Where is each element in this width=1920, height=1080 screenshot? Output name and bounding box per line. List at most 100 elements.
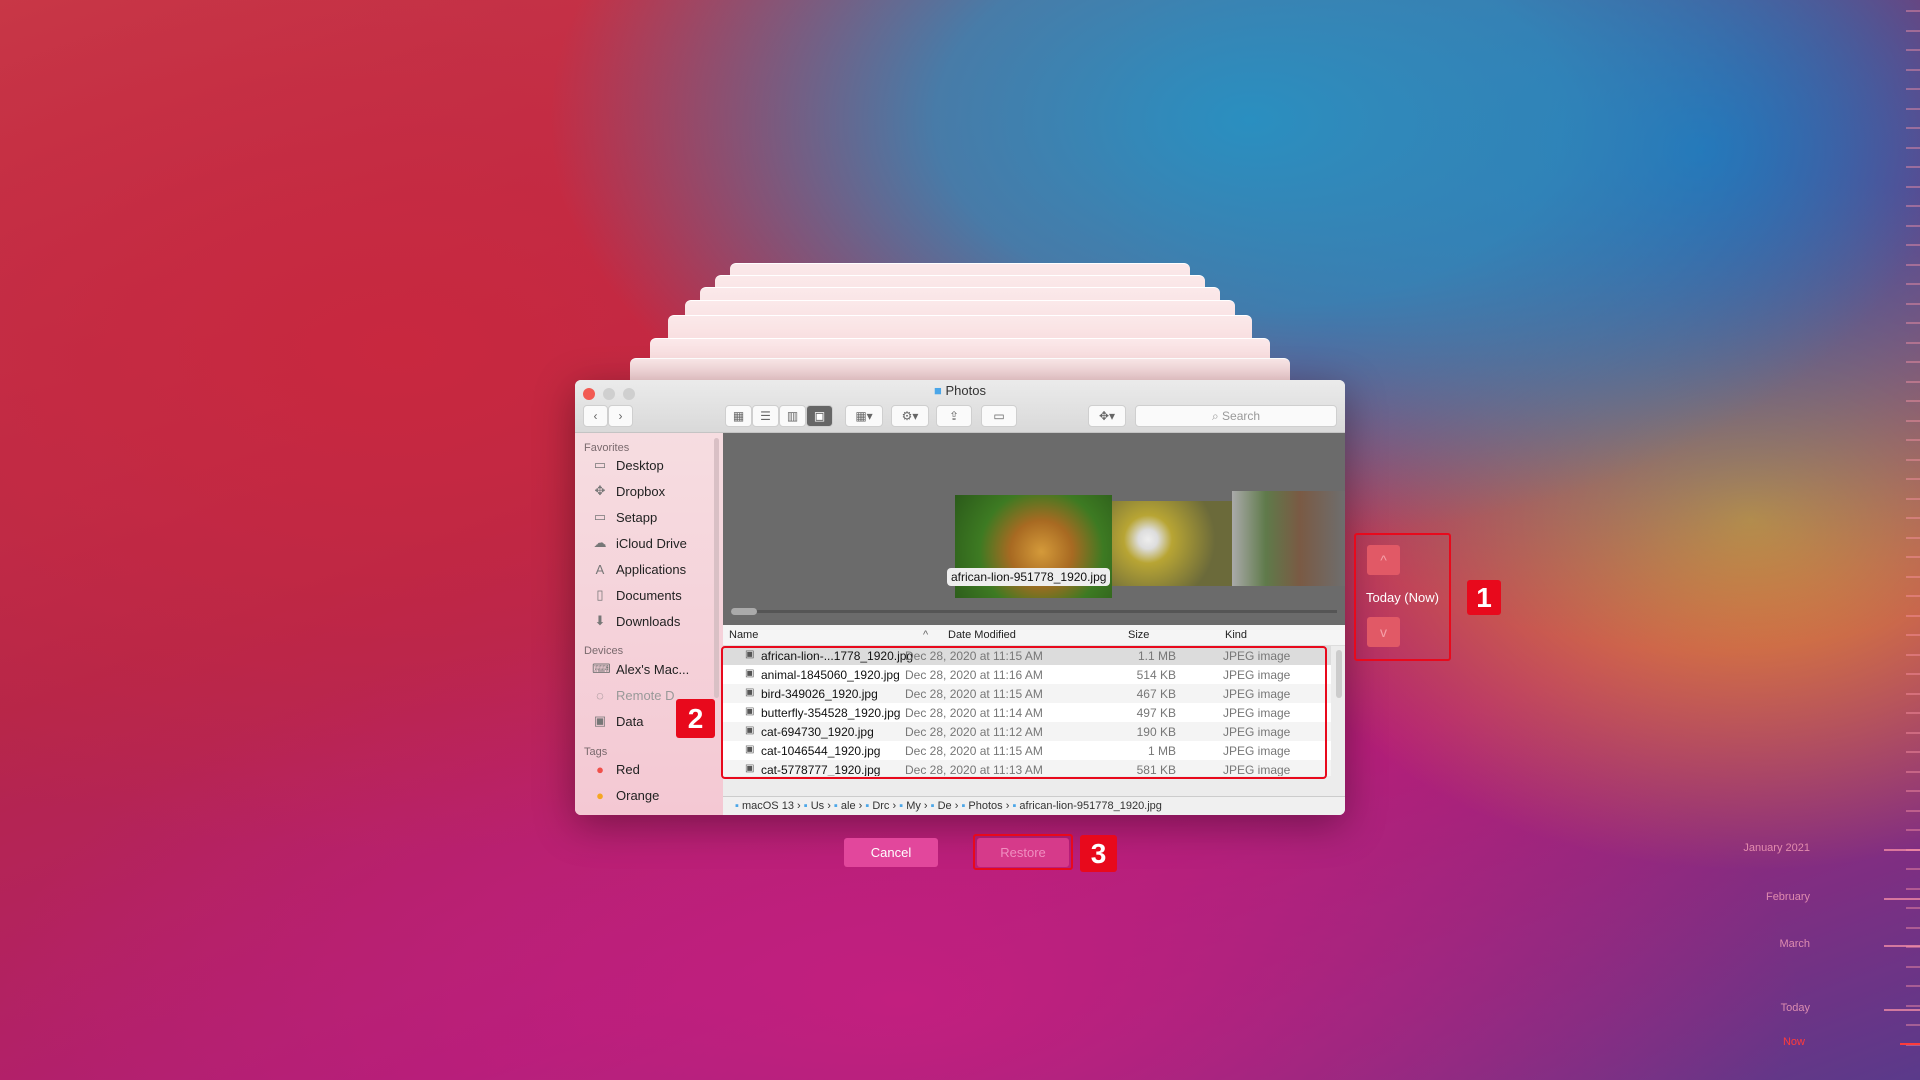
sidebar-section-tags: Tags	[584, 746, 608, 758]
path-item[interactable]: My	[906, 800, 921, 812]
timeline-major-tick	[1884, 898, 1920, 900]
timeline-tick	[1906, 887, 1920, 890]
timeline-tick	[1906, 985, 1920, 987]
share-button[interactable]: ⇪	[936, 405, 972, 427]
sidebar-item-icloud[interactable]: ☁ iCloud Drive	[592, 533, 687, 553]
sidebar-item-label: Desktop	[616, 457, 664, 473]
sidebar-item-applications[interactable]: A Applications	[592, 559, 686, 579]
image-thumbnail-stack[interactable]	[1232, 491, 1345, 586]
tag-button[interactable]: ▭	[981, 405, 1017, 427]
column-kind[interactable]: Kind	[1225, 629, 1247, 641]
folder-icon: ▭	[593, 457, 607, 472]
list-header: Name ^ Date Modified Size Kind	[723, 625, 1345, 646]
sidebar-item-setapp[interactable]: ▭ Setapp	[592, 507, 657, 527]
timeline-tick	[1906, 361, 1920, 363]
cloud-icon: ☁	[593, 535, 607, 550]
action-gear-button[interactable]: ⚙▾	[891, 405, 929, 427]
sidebar-item-desktop[interactable]: ▭ Desktop	[592, 455, 664, 475]
timeline-tick	[1906, 1024, 1920, 1026]
timeline-label[interactable]: January 2021	[1743, 842, 1810, 854]
timeline-tick	[1906, 692, 1920, 695]
orange-tag-icon: ●	[596, 787, 604, 803]
disc-icon: ◌	[596, 687, 604, 703]
folder-icon: ■	[934, 383, 942, 398]
search-input[interactable]: ⌕ Search	[1135, 405, 1337, 427]
path-item[interactable]: african-lion-951778_1920.jpg	[1019, 800, 1162, 812]
back-button[interactable]: ‹	[583, 405, 608, 427]
sidebar-item-mac[interactable]: ⌨ Alex's Mac...	[592, 659, 689, 679]
timeline-tick	[1906, 205, 1920, 207]
path-item[interactable]: ale	[841, 800, 856, 812]
path-item[interactable]: De	[938, 800, 952, 812]
computer-icon: ⌨	[592, 661, 611, 676]
sidebar-item-documents[interactable]: ▯ Documents	[592, 585, 681, 605]
list-scrollbar[interactable]	[1336, 650, 1342, 698]
forward-button[interactable]: ›	[608, 405, 633, 427]
timeline-label[interactable]: Now	[1783, 1036, 1805, 1048]
sidebar-item-data[interactable]: ▣ Data	[592, 711, 644, 731]
sidebar: Favorites ▭ Desktop ✥ Dropbox ▭ Setapp ☁ iCl…	[575, 433, 723, 815]
timeline-tick	[1906, 556, 1920, 558]
titlebar: ■ Photos ‹ › ▦ ☰ ▥ ▣ ▦▾ ⚙▾ ⇪ ▭ ✥▾ ⌕ Sear…	[575, 380, 1345, 433]
timeline-label[interactable]: Today	[1781, 1002, 1810, 1014]
timeline-major-tick	[1900, 1043, 1920, 1045]
path-item[interactable]: macOS 13	[742, 800, 794, 812]
folder-icon: ▪	[833, 800, 841, 812]
restore-button[interactable]: Restore	[977, 838, 1069, 867]
gallery-scrollbar[interactable]	[731, 610, 1337, 613]
timeline-tick	[1906, 614, 1920, 617]
cancel-button[interactable]: Cancel	[844, 838, 938, 867]
timeline-tick	[1906, 751, 1920, 753]
annotation-badge-2: 2	[676, 699, 715, 738]
folder-icon: ▭	[593, 509, 607, 524]
timeline-major-tick	[1884, 1009, 1920, 1011]
backup-up-button[interactable]: ^	[1367, 545, 1400, 575]
sidebar-item-label: Remote D	[616, 687, 675, 703]
timeline-tick	[1906, 302, 1920, 305]
timeline-tick	[1906, 653, 1920, 656]
path-separator: ›	[793, 800, 804, 812]
search-placeholder: Search	[1222, 409, 1261, 423]
path-separator: ›	[920, 800, 931, 812]
path-item[interactable]: Us	[811, 800, 824, 812]
window-title: Photos	[945, 383, 986, 398]
column-size[interactable]: Size	[1128, 629, 1149, 641]
preview-caption: african-lion-951778_1920.jpg	[947, 568, 1111, 586]
timeline-tick	[1906, 907, 1920, 909]
icon-view-button[interactable]: ▦	[725, 405, 752, 427]
list-view-button[interactable]: ☰	[752, 405, 779, 427]
backup-down-button[interactable]: v	[1367, 617, 1400, 647]
timeline-label[interactable]: March	[1779, 938, 1810, 950]
timeline-tick	[1906, 322, 1920, 324]
timeline-tick	[1906, 10, 1920, 12]
path-item[interactable]: Photos	[968, 800, 1002, 812]
gallery-view-button[interactable]: ▣	[806, 405, 833, 427]
column-name[interactable]: Name	[729, 629, 758, 641]
gallery-scroll-thumb[interactable]	[731, 608, 757, 615]
group-button[interactable]: ▦▾	[845, 405, 883, 427]
sidebar-item-downloads[interactable]: ⬇ Downloads	[592, 611, 681, 631]
timeline-tick	[1906, 419, 1920, 422]
dropbox-button[interactable]: ✥▾	[1088, 405, 1126, 427]
path-separator: ›	[889, 800, 900, 812]
timeline-tick	[1906, 595, 1920, 597]
timeline-tick	[1906, 224, 1920, 227]
sidebar-item-remote-disc[interactable]: ◌ Remote D	[592, 685, 675, 705]
sidebar-tag-red[interactable]: ● Red	[592, 759, 640, 779]
sidebar-item-label: Orange	[616, 787, 660, 803]
path-separator: ›	[1002, 800, 1013, 812]
sidebar-item-label: Red	[616, 761, 640, 777]
sidebar-item-dropbox[interactable]: ✥ Dropbox	[592, 481, 666, 501]
column-view-button[interactable]: ▥	[779, 405, 806, 427]
timeline-tick	[1906, 1004, 1920, 1007]
path-item[interactable]: Drc	[872, 800, 889, 812]
timeline-label[interactable]: February	[1766, 891, 1810, 903]
backup-timeline[interactable]: January 2021 February March Today Now	[1720, 0, 1920, 1080]
sidebar-tag-orange[interactable]: ● Orange	[592, 785, 659, 805]
sidebar-scrollbar[interactable]	[714, 438, 719, 698]
timeline-tick	[1906, 829, 1920, 831]
column-date-modified[interactable]: Date Modified	[948, 629, 1016, 641]
sidebar-item-label: Downloads	[616, 613, 681, 629]
image-thumbnail-owl[interactable]	[1112, 501, 1232, 586]
timeline-tick	[1906, 68, 1920, 71]
